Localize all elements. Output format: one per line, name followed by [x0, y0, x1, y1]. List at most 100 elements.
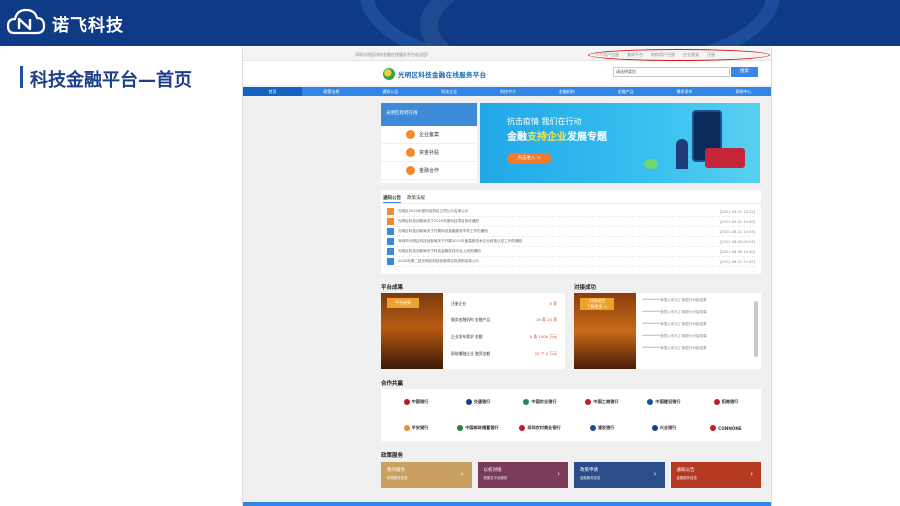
- highlight-ellipse: [588, 49, 770, 61]
- news-row[interactable]: 深圳市光明区科技创新局关于开展2021年度高新技术企业培育认定工作的通知 [202…: [387, 237, 755, 247]
- scrollbar[interactable]: [754, 301, 758, 357]
- news-row[interactable]: 2020年第二批光明区科技创新项目拟资助名单公示 [2021-08-12 11:5…: [387, 257, 755, 267]
- partner-logo[interactable]: CONNONE: [695, 415, 757, 441]
- site-title: 光明区科技金融在线服务平台: [398, 71, 487, 79]
- city-lights-image: 对接成功 了解更多 >: [574, 293, 636, 369]
- partners-grid: 中国银行 交通银行 中国农业银行 中国工商银行 中国建设银行 招商银行 平安银行…: [381, 389, 761, 441]
- match-results-title: 对接成功: [574, 285, 597, 291]
- hot-tag-icon: [387, 218, 394, 225]
- partner-logo[interactable]: 浦发银行: [571, 415, 633, 441]
- partners-panel: 中国银行 交通银行 中国农业银行 中国工商银行 中国建设银行 招商银行 平安银行…: [381, 389, 761, 441]
- bank-logo-icon: [403, 425, 410, 431]
- partner-logo[interactable]: 中国银行: [385, 389, 447, 415]
- nav-item[interactable]: 金融机构: [537, 87, 596, 96]
- news-row[interactable]: 光明区科技创新局关于科技金融在线平台上线的通知 [2021-08-26 15:40…: [387, 247, 755, 257]
- search-button[interactable]: 搜索: [731, 67, 758, 77]
- match-results-badge[interactable]: 对接成功 了解更多 >: [580, 298, 614, 310]
- section-accent: [20, 66, 23, 88]
- bank-logo-icon: [647, 399, 654, 405]
- welcome-text: 深圳光明区科技金融在线服务平台欢迎您!: [355, 52, 429, 57]
- news-tag-icon: [387, 238, 394, 245]
- partners-title: 合作共赢: [381, 381, 404, 387]
- banner-line1: 抗击疫情 我们在行动: [507, 117, 582, 126]
- stat-line: 注册企业 0 家: [451, 301, 557, 306]
- hero-banner[interactable]: 抗击疫情 我们在行动 金融支持企业发展专题 点击进入 >: [480, 103, 760, 183]
- match-item[interactable]: **********有限公司与工商银行对接成果: [642, 298, 752, 310]
- site-logo-icon: [383, 68, 395, 80]
- services-title: 政策服务: [381, 453, 404, 459]
- tab-policies[interactable]: 政策法规: [407, 195, 425, 203]
- match-results-panel: 对接成功 了解更多 > **********有限公司与工商银行对接成果 *****…: [574, 293, 761, 369]
- bank-logo-icon: [589, 425, 596, 431]
- bank-logo-icon: [710, 425, 717, 431]
- banner-enter-button[interactable]: 点击进入 >: [507, 153, 551, 164]
- nav-item[interactable]: 需求发布: [655, 87, 714, 96]
- bank-logo-icon: [457, 425, 464, 431]
- stat-line: 服务金融机构 金融产品 19 家 20 项: [451, 317, 557, 322]
- stat-line: 帮助撮融企业 融资金额 15 个 0 万元: [451, 351, 557, 356]
- bank-logo-icon: [403, 399, 410, 405]
- platform-results-title: 平台成果: [381, 285, 404, 291]
- partner-logo[interactable]: 平安银行: [385, 415, 447, 441]
- person-illustration: [676, 139, 688, 169]
- partner-logo[interactable]: 中国农业银行: [509, 389, 571, 415]
- decor-wave: [360, 0, 780, 46]
- partner-logo[interactable]: 深圳农村商业银行: [509, 415, 571, 441]
- services-row: 我的服务 政策服务信息 › 以权对接 政策至平台服务 › 政策申请 金融服务信息 › 通知公…: [381, 462, 761, 488]
- partner-logo[interactable]: 交通银行: [447, 389, 509, 415]
- match-item[interactable]: **********有限公司与工商银行对接成果: [642, 334, 752, 346]
- bank-logo-icon: [519, 425, 526, 431]
- site-topbar: 深圳光明区科技金融在线服务平台欢迎您! 个人用户注册 查询平台 机构用户注册 企…: [243, 47, 771, 61]
- partner-logo[interactable]: 中国建设银行: [633, 389, 695, 415]
- bank-logo-icon: [465, 399, 472, 405]
- nav-item[interactable]: 帮助中心: [714, 87, 771, 96]
- partner-logo[interactable]: 中国工商银行: [571, 389, 633, 415]
- nav-item[interactable]: 金融产品: [596, 87, 655, 96]
- brand-header: 诺飞科技: [0, 0, 900, 46]
- nav-item[interactable]: 政策法规: [302, 87, 361, 96]
- slide: 诺飞科技 科技金融平台—首页 深圳光明区科技金融在线服务平台欢迎您! 个人用户注…: [0, 0, 900, 506]
- match-item[interactable]: **********有限公司与工商银行对接成果: [642, 322, 752, 334]
- nav-item[interactable]: 科技企业: [420, 87, 479, 96]
- service-card[interactable]: 我的服务 政策服务信息 ›: [381, 462, 472, 488]
- nav-item[interactable]: 科技中介: [479, 87, 538, 96]
- news-row[interactable]: 光明区科技创新局关于2020年度科技项目验收通知 [2021-09-01 10:0…: [387, 217, 755, 227]
- news-tabs: 通知公告 政策法规: [381, 190, 761, 204]
- side-entry-filing[interactable]: 企业备案: [381, 126, 477, 144]
- news-row[interactable]: 光明区科技创新局关于开展科技金融服务专项工作的通知 [2021-08-31 14:…: [387, 227, 755, 237]
- side-entry-subsidy[interactable]: 资金补贴: [381, 144, 477, 162]
- main-nav: 首页 政策法规 通知公告 科技企业 科技中介 金融机构 金融产品 需求发布 帮助…: [243, 87, 771, 96]
- document-icon: [406, 130, 415, 139]
- news-tag-icon: [387, 258, 394, 265]
- stat-line: 企业发布需求 金额 0 条 1000 万元: [451, 334, 557, 339]
- banner-line2: 金融支持企业发展专题: [507, 132, 607, 143]
- chevron-right-icon: ›: [653, 470, 657, 478]
- partner-logo[interactable]: 兴业银行: [633, 415, 695, 441]
- side-entry-cooperation[interactable]: 金融合作: [381, 162, 477, 180]
- tab-notices[interactable]: 通知公告: [383, 195, 401, 203]
- nav-item-home[interactable]: 首页: [243, 87, 302, 96]
- service-card[interactable]: 通知公告 金融服务信息 ›: [670, 462, 761, 488]
- match-item[interactable]: **********有限公司与工商银行对接成果: [642, 310, 752, 322]
- bank-logo-icon: [651, 425, 658, 431]
- handshake-icon: [406, 166, 415, 175]
- service-card[interactable]: 以权对接 政策至平台服务 ›: [477, 462, 568, 488]
- partner-logo[interactable]: 中国邮政储蓄银行: [447, 415, 509, 441]
- wallet-illustration: [705, 148, 745, 168]
- coin-icon: [406, 148, 415, 157]
- news-row[interactable]: 光明区2020年度科技项目立项公示名单公示 [2021-09-01 10:22]: [387, 207, 755, 217]
- search-input[interactable]: 请选择类别: [613, 67, 730, 77]
- news-tag-icon: [387, 248, 394, 255]
- bank-logo-icon: [713, 399, 720, 405]
- partner-logo[interactable]: 招商银行: [695, 389, 757, 415]
- piggybank-illustration: [644, 159, 658, 169]
- news-tag-icon: [387, 228, 394, 235]
- hot-tag-icon: [387, 208, 394, 215]
- nav-item[interactable]: 通知公告: [361, 87, 420, 96]
- chevron-right-icon: ›: [750, 470, 753, 478]
- match-item[interactable]: **********有限公司与工商银行对接成果: [642, 346, 752, 358]
- bank-logo-icon: [585, 399, 592, 405]
- site-footer-strip: [243, 502, 771, 506]
- service-card[interactable]: 政策申请 金融服务信息 ›: [574, 462, 665, 488]
- section-title: 科技金融平台—首页: [30, 70, 192, 91]
